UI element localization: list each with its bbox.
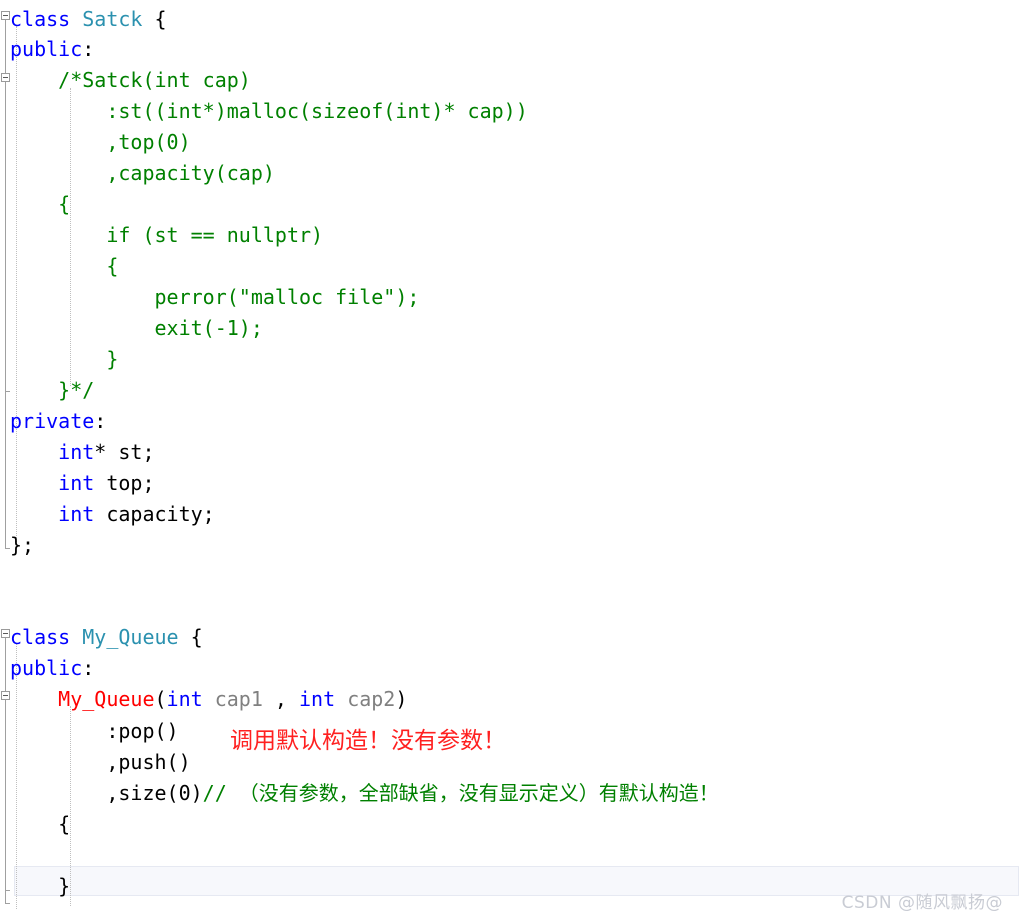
code-token-id: : (82, 37, 95, 61)
code-line[interactable]: } (10, 344, 118, 375)
code-token-key: int (58, 440, 95, 464)
code-token-id (10, 687, 58, 711)
code-token-key: int (58, 502, 95, 526)
code-token-param: cap2 (347, 687, 396, 711)
code-token-id: ,size(0) (10, 781, 203, 805)
code-token-id: * st; (94, 440, 155, 464)
code-token-comment: if (st == nullptr) (10, 223, 324, 247)
code-line[interactable]: perror("malloc file"); (10, 282, 419, 313)
code-token-comment: }*/ (10, 378, 95, 402)
code-line[interactable]: ,size(0)// （没有参数，全部缺省，没有显示定义）有默认构造！ (10, 778, 719, 809)
code-token-id (10, 502, 58, 526)
code-line[interactable]: { (10, 809, 70, 840)
code-line[interactable]: :st((int*)malloc(sizeof(int)* cap)) (10, 96, 528, 127)
code-token-comment: ,capacity(cap) (10, 161, 275, 185)
code-token-id: ( (154, 687, 167, 711)
code-line[interactable]: ,capacity(cap) (10, 158, 275, 189)
code-line[interactable]: class My_Queue { (10, 622, 203, 653)
code-line[interactable]: ,push() (10, 747, 191, 778)
code-line[interactable]: public: (10, 653, 94, 684)
code-token-comment: { (10, 192, 71, 216)
code-token-ctor: My_Queue (58, 687, 155, 711)
csdn-watermark: CSDN @随风飘扬@ (841, 893, 1003, 913)
code-token-comment: // （没有参数，全部缺省，没有显示定义）有默认构造！ (202, 781, 719, 805)
code-token-comment: } (10, 347, 119, 371)
code-line[interactable]: :pop() (10, 716, 179, 747)
code-line[interactable]: { (10, 251, 118, 282)
code-token-id: : (94, 409, 107, 433)
code-token-id: { (142, 7, 167, 31)
code-token-key: class (10, 7, 83, 31)
code-token-comment: { (10, 254, 119, 278)
code-line[interactable]: } (10, 871, 70, 902)
code-line[interactable]: My_Queue(int cap1 , int cap2) (10, 684, 407, 715)
code-line[interactable]: int top; (10, 468, 155, 499)
code-token-comment: perror("malloc file"); (10, 285, 420, 309)
code-token-id: { (178, 625, 203, 649)
code-line[interactable]: int capacity; (10, 499, 215, 530)
code-token-id (203, 687, 215, 711)
code-token-type: My_Queue (82, 625, 179, 649)
code-token-id: : (82, 656, 95, 680)
code-token-comment: ,top(0) (10, 130, 191, 154)
red-annotation-text: 调用默认构造！没有参数！ (230, 728, 506, 754)
code-line[interactable]: ,top(0) (10, 127, 191, 158)
code-token-key: int (299, 687, 336, 711)
code-line[interactable]: class Satck { (10, 4, 167, 35)
code-line[interactable]: }*/ (10, 375, 94, 406)
code-token-comment: exit(-1); (10, 316, 263, 340)
code-token-id: } (10, 874, 71, 898)
code-token-id: }; (10, 533, 35, 557)
code-line[interactable]: private: (10, 406, 106, 437)
code-token-key: int (58, 471, 95, 495)
code-token-id (335, 687, 347, 711)
code-line[interactable]: { (10, 189, 70, 220)
code-token-param: cap1 (214, 687, 263, 711)
code-token-key: class (10, 625, 83, 649)
code-token-id: { (10, 812, 71, 836)
code-line[interactable]: /*Satck(int cap) (10, 65, 251, 96)
code-token-comment: :st((int*)malloc(sizeof(int)* cap)) (10, 99, 528, 123)
code-line[interactable]: public: (10, 34, 94, 65)
code-text-layer[interactable]: class Satck {public: /*Satck(int cap) :s… (0, 0, 1019, 921)
code-line[interactable]: if (st == nullptr) (10, 220, 323, 251)
code-token-id: , (262, 687, 300, 711)
code-token-id (10, 471, 58, 495)
code-token-id (10, 440, 58, 464)
code-token-comment: /*Satck(int cap) (10, 68, 251, 92)
code-token-key: public (10, 656, 83, 680)
code-token-id: top; (94, 471, 155, 495)
code-line[interactable]: }; (10, 530, 34, 561)
code-token-id: ,push() (10, 750, 191, 774)
code-token-key: private (10, 409, 95, 433)
code-token-type: Satck (82, 7, 143, 31)
code-editor[interactable]: class Satck {public: /*Satck(int cap) :s… (0, 0, 1019, 921)
code-token-id: ) (395, 687, 408, 711)
code-token-key: int (166, 687, 203, 711)
code-token-key: public (10, 37, 83, 61)
code-token-id: capacity; (94, 502, 215, 526)
code-token-id: :pop() (10, 719, 179, 743)
code-line[interactable]: exit(-1); (10, 313, 263, 344)
code-line[interactable]: int* st; (10, 437, 155, 468)
